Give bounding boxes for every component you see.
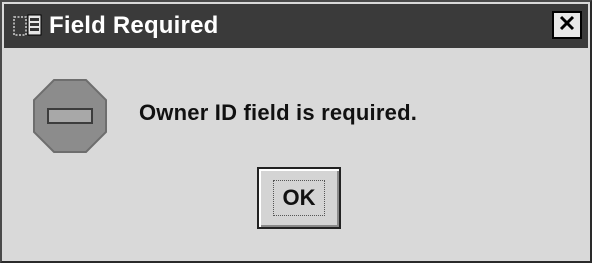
application-window-icon <box>13 13 43 39</box>
title-bar[interactable]: Field Required <box>4 4 588 48</box>
close-icon <box>558 14 576 37</box>
error-message: Owner ID field is required. <box>139 100 418 125</box>
stop-sign-icon <box>32 78 108 159</box>
window-title: Field Required <box>49 12 219 39</box>
field-required-dialog: Field Required Owner ID field is require… <box>0 0 592 263</box>
ok-button[interactable]: OK <box>257 167 341 229</box>
ok-button-label: OK <box>273 180 325 216</box>
close-button[interactable] <box>552 11 582 39</box>
